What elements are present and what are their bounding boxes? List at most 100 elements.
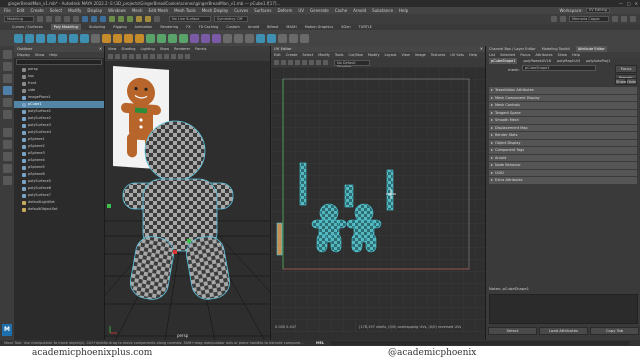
uv-menu-item[interactable]: Image [415,52,426,58]
xray-icon[interactable] [171,54,176,59]
menu-mesh-tools[interactable]: Mesh Tools [174,8,196,13]
outliner-item[interactable]: defaultLightSet [14,199,104,206]
textured-icon[interactable] [150,54,155,59]
select-tool-icon[interactable] [2,50,12,59]
delete-history-icon[interactable] [300,33,309,43]
mirror-icon[interactable] [146,33,155,43]
target-weld-icon[interactable] [212,33,221,43]
menu-arnold[interactable]: Arnold [353,8,366,13]
viewport-menu-panels[interactable]: Panels [195,46,206,52]
section-smooth-mesh[interactable]: Smooth Mesh [489,117,637,124]
outliner-menu-show[interactable]: Show [35,52,44,58]
redo-icon[interactable] [73,16,79,22]
channel-box-toggle-icon[interactable] [621,16,627,22]
outliner-item[interactable]: top [14,73,104,80]
boolean-icon[interactable] [135,33,144,43]
lights-icon[interactable] [157,54,162,59]
outliner-item[interactable]: pSphere3 [14,150,104,157]
save-scene-icon[interactable] [55,16,61,22]
viewport-menu-lighting[interactable]: Lighting [141,46,155,52]
uv-borders-icon[interactable] [295,60,300,65]
four-view-icon[interactable] [2,140,12,149]
uv-menu-item[interactable]: Select [302,52,313,58]
menu-edit[interactable]: Edit [17,8,25,13]
outliner-search-input[interactable] [16,59,102,65]
extrude-icon[interactable] [157,33,166,43]
snap-curve-icon[interactable] [118,16,124,22]
combine-icon[interactable] [102,33,111,43]
shadows-icon[interactable] [164,54,169,59]
section-render-stats[interactable]: Render Stats [489,132,637,139]
select-object-icon[interactable] [91,16,97,22]
live-surface-field[interactable]: No Live Surface [169,16,211,22]
uv-set-dropdown[interactable]: No Default Shading [334,59,370,69]
outliner-menu-help[interactable]: Help [49,52,57,58]
multi-cut-icon[interactable] [190,33,199,43]
workspace-dropdown[interactable]: UV Editing [585,8,610,13]
menu-substance[interactable]: Substance [372,8,393,13]
outliner-item[interactable]: front [14,80,104,87]
grid-toggle-icon[interactable] [129,54,134,59]
outliner-item[interactable]: persp [14,66,104,73]
uv-menu-item[interactable]: Modify [318,52,330,58]
menu-create[interactable]: Create [30,8,43,13]
poly-cylinder-icon[interactable] [36,33,45,43]
uv-menu-item[interactable]: Tools [335,52,344,58]
outliner-item[interactable]: polySurface3 [14,122,104,129]
uv-menu-item[interactable]: Layout [385,52,397,58]
render-settings-icon[interactable] [154,16,160,22]
image-toggle-icon[interactable] [316,60,321,65]
focus-button[interactable]: Focus [615,65,637,73]
uv-menu-item[interactable]: Cut/Sew [348,52,362,58]
ipr-render-icon[interactable] [145,16,151,22]
select-button[interactable]: Select [488,327,537,335]
edge-loop-icon[interactable] [201,33,210,43]
uv-shaded-icon[interactable] [274,60,279,65]
menu-file[interactable]: File [4,8,11,13]
load-attributes-button[interactable]: Load Attributes [539,327,588,335]
tab-attribute-editor[interactable]: Attribute Editor [575,46,607,52]
poly-cube-icon[interactable] [25,33,34,43]
outliner-item[interactable]: polySurface7 [14,192,104,199]
outliner-item[interactable]: pSphere4 [14,157,104,164]
attribute-editor-toggle-icon[interactable] [630,16,636,22]
section-displacement-map[interactable]: Displacement Map [489,124,637,131]
uv-menu-item[interactable]: Edit [274,52,281,58]
menu-modify[interactable]: Modify [68,8,81,13]
show-button[interactable]: Show [615,78,626,85]
close-icon[interactable]: ✕ [635,0,638,7]
center-pivot-icon[interactable] [278,33,287,43]
menu-select[interactable]: Select [50,8,62,13]
camera-icon[interactable] [551,16,557,22]
isolate-select-icon[interactable] [178,54,183,59]
close-icon[interactable]: ✕ [480,46,483,52]
poly-plane-icon[interactable] [69,33,78,43]
menu-mesh[interactable]: Mesh [132,8,143,13]
render-icon[interactable] [136,16,142,22]
viewport-menu-renderer[interactable]: Renderer [174,46,190,52]
select-component-icon[interactable] [100,16,106,22]
distortion-icon[interactable] [288,60,293,65]
maximize-icon[interactable]: □ [627,0,631,7]
uv-menu-item[interactable]: Create [286,52,298,58]
menu-mesh-display[interactable]: Mesh Display [202,8,229,13]
uv-editor-canvas[interactable]: 0.000 0.447 (178,197 shells, (0/0) overl… [271,67,486,332]
fill-hole-icon[interactable] [234,33,243,43]
gear-icon[interactable] [612,16,618,22]
close-icon[interactable]: ✕ [99,46,102,52]
uv-menu-item[interactable]: Help [469,52,477,58]
smooth-icon[interactable] [124,33,133,43]
select-hierarchy-icon[interactable] [82,16,88,22]
menu-display[interactable]: Display [87,8,102,13]
section-extra-attributes[interactable]: Extra Attributes [489,177,637,184]
viewport-menu-shading[interactable]: Shading [121,46,135,52]
section-mesh-component-display[interactable]: Mesh Component Display [489,94,637,101]
append-poly-icon[interactable] [223,33,232,43]
uv-menu-item[interactable]: View [401,52,409,58]
graph-editor-view-icon[interactable] [2,176,12,185]
menu-windows[interactable]: Windows [108,8,126,13]
freeze-transform-icon[interactable] [289,33,298,43]
outliner-item[interactable]: polySurface1 [14,108,104,115]
dim-image-icon[interactable] [323,60,328,65]
outliner-item[interactable]: polySurface4 [14,129,104,136]
